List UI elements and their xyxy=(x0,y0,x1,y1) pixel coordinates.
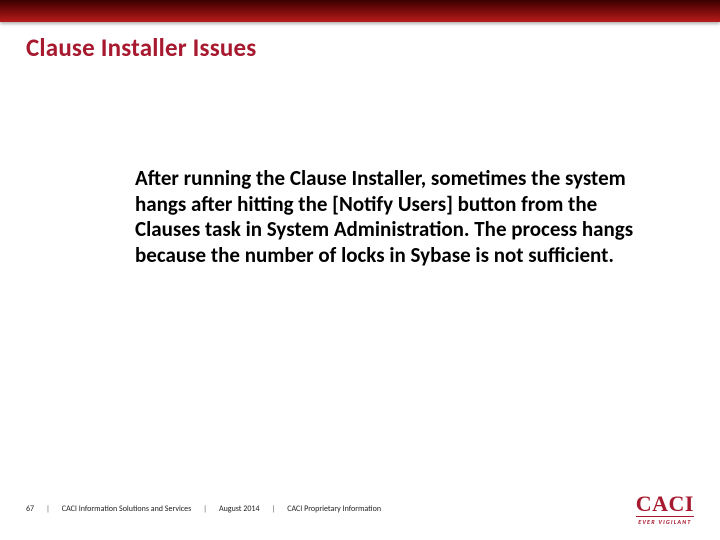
footer-separator: | xyxy=(203,504,207,514)
logo-text: CACI xyxy=(636,493,694,517)
footer: 67 | CACI Information Solutions and Serv… xyxy=(26,494,694,524)
slide: Clause Installer Issues After running th… xyxy=(0,0,720,540)
footer-date: August 2014 xyxy=(219,504,260,514)
footer-left: 67 | CACI Information Solutions and Serv… xyxy=(26,504,381,514)
footer-separator: | xyxy=(272,504,276,514)
footer-separator: | xyxy=(46,504,50,514)
page-number: 67 xyxy=(26,504,34,514)
slide-title: Clause Installer Issues xyxy=(26,32,256,63)
slide-body: After running the Clause Installer, some… xyxy=(135,166,655,268)
logo: CACI EVER VIGILANT xyxy=(636,493,694,525)
footer-classification: CACI Proprietary Information xyxy=(287,504,381,514)
logo-tagline: EVER VIGILANT xyxy=(638,519,691,525)
footer-org: CACI Information Solutions and Services xyxy=(62,504,191,514)
header-bar xyxy=(0,0,720,22)
